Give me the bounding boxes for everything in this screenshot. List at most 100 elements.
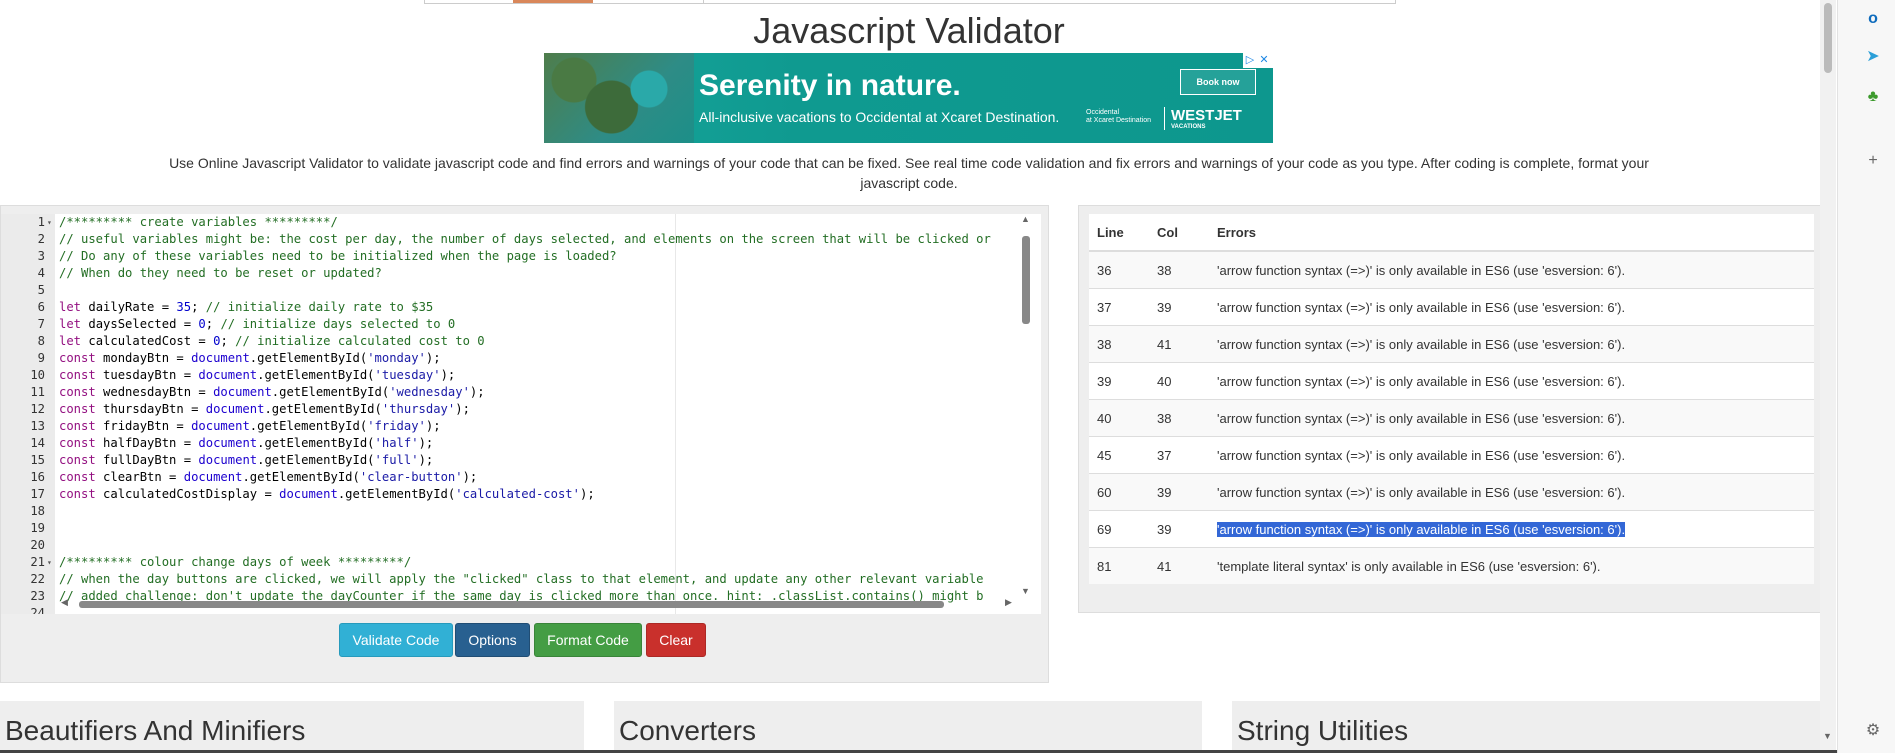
top-banner-frame: [424, 0, 1396, 4]
page-title: Javascript Validator: [753, 10, 1065, 51]
line-number: 13: [30, 419, 45, 433]
error-message: 'arrow function syntax (=>)' is only ava…: [1209, 362, 1814, 400]
code-line[interactable]: const thursdayBtn = document.getElementB…: [59, 401, 470, 418]
line-number: 18: [30, 504, 45, 518]
editor-vertical-scroll-thumb[interactable]: [1022, 236, 1030, 324]
error-message: 'arrow function syntax (=>)' is only ava…: [1209, 250, 1814, 289]
editor-vertical-scrollbar[interactable]: ▲ ▼: [1018, 214, 1032, 599]
error-row[interactable]: 37 39'arrow function syntax (=>)' is only…: [1089, 288, 1814, 326]
page-scroll-thumb[interactable]: [1824, 3, 1832, 73]
settings-icon[interactable]: ⚙: [1862, 720, 1884, 742]
code-line[interactable]: // When do they need to be reset or upda…: [59, 265, 382, 282]
code-line[interactable]: const calculatedCostDisplay = document.g…: [59, 486, 595, 503]
code-line[interactable]: let calculatedCost = 0; // initialize ca…: [59, 333, 485, 350]
error-line: 40: [1089, 399, 1149, 437]
ad-book-now-button[interactable]: Book now: [1180, 69, 1256, 95]
page-description: Use Online Javascript Validator to valid…: [169, 155, 1649, 191]
error-message: 'arrow function syntax (=>)' is only ava…: [1209, 436, 1814, 474]
code-line[interactable]: // when the day buttons are clicked, we …: [59, 571, 984, 588]
error-message: 'arrow function syntax (=>)' is only ava…: [1209, 473, 1814, 511]
line-number: 9: [37, 351, 45, 365]
section-string-utilities: String Utilities: [1232, 701, 1821, 753]
advertisement-banner[interactable]: Serenity in nature. All-inclusive vacati…: [544, 53, 1273, 143]
line-number: 16: [30, 470, 45, 484]
tree-icon[interactable]: ♣: [1862, 86, 1884, 108]
ad-controls: ▷ ✕: [1243, 53, 1273, 68]
error-row[interactable]: 40 38'arrow function syntax (=>)' is only…: [1089, 399, 1814, 437]
error-col: 38: [1149, 399, 1209, 437]
adchoices-icon[interactable]: ▷: [1243, 53, 1257, 68]
line-number: 8: [37, 334, 45, 348]
error-col: 41: [1149, 547, 1209, 584]
fold-toggle-icon[interactable]: ▾: [47, 214, 52, 231]
scroll-right-icon[interactable]: ▶: [1005, 597, 1012, 608]
error-col: 39: [1149, 288, 1209, 326]
error-row[interactable]: 38 41'arrow function syntax (=>)' is only…: [1089, 325, 1814, 363]
code-line[interactable]: // Do any of these variables need to be …: [59, 248, 617, 265]
editor-horizontal-scrollbar[interactable]: ◀ ▶: [59, 597, 1019, 611]
code-line[interactable]: const mondayBtn = document.getElementByI…: [59, 350, 441, 367]
error-col: 40: [1149, 362, 1209, 400]
line-number: 19: [30, 521, 45, 535]
outlook-icon[interactable]: o: [1862, 8, 1884, 30]
code-line[interactable]: const fridayBtn = document.getElementByI…: [59, 418, 441, 435]
fold-toggle-icon[interactable]: ▾: [47, 554, 52, 571]
line-number: 15: [30, 453, 45, 467]
scroll-up-icon[interactable]: ▲: [1021, 214, 1030, 224]
line-number: 23: [30, 589, 45, 603]
error-row[interactable]: 36 38'arrow function syntax (=>)' is only…: [1089, 250, 1814, 289]
code-line[interactable]: const halfDayBtn = document.getElementBy…: [59, 435, 433, 452]
page-scrollbar[interactable]: ▼: [1820, 0, 1836, 753]
close-icon[interactable]: ✕: [1257, 53, 1271, 68]
error-row[interactable]: 45 37'arrow function syntax (=>)' is only…: [1089, 436, 1814, 474]
add-icon[interactable]: +: [1862, 150, 1884, 172]
error-line: 60: [1089, 473, 1149, 511]
code-editor[interactable]: 1 ▾/********* create variables *********/…: [1, 214, 1041, 614]
code-line[interactable]: const tuesdayBtn = document.getElementBy…: [59, 367, 455, 384]
banner-image: [513, 0, 593, 3]
code-line[interactable]: let dailyRate = 35; // initialize daily …: [59, 299, 433, 316]
line-number: 14: [30, 436, 45, 450]
code-line[interactable]: const wednesdayBtn = document.getElement…: [59, 384, 485, 401]
line-number: 10: [30, 368, 45, 382]
line-number: 6: [37, 300, 45, 314]
error-message: 'arrow function syntax (=>)' is only ava…: [1209, 510, 1814, 548]
error-row[interactable]: 81 41'template literal syntax' is only av…: [1089, 547, 1814, 584]
clear-button[interactable]: Clear: [646, 623, 706, 657]
section-string-utilities-title: String Utilities: [1237, 715, 1409, 746]
error-line: 37: [1089, 288, 1149, 326]
print-margin: [675, 214, 676, 614]
options-button[interactable]: Options: [455, 623, 530, 657]
error-line: 81: [1089, 547, 1149, 584]
code-line[interactable]: /********* colour change days of week **…: [59, 554, 411, 571]
ad-brand-westjet-sub: VACATIONS: [1171, 124, 1206, 130]
error-col: 39: [1149, 473, 1209, 511]
code-line[interactable]: let daysSelected = 0; // initialize days…: [59, 316, 455, 333]
error-col: 39: [1149, 510, 1209, 548]
error-row[interactable]: 69 39 'arrow function syntax (=>)' is only…: [1089, 510, 1814, 548]
editor-horizontal-scroll-thumb[interactable]: [79, 601, 944, 608]
telegram-icon[interactable]: ➤: [1862, 46, 1884, 68]
code-line[interactable]: const fullDayBtn = document.getElementBy…: [59, 452, 433, 469]
error-row[interactable]: 39 40'arrow function syntax (=>)' is only…: [1089, 362, 1814, 400]
page-scroll-down-icon[interactable]: ▼: [1823, 731, 1832, 741]
code-line[interactable]: const clearBtn = document.getElementById…: [59, 469, 477, 486]
scroll-left-icon[interactable]: ◀: [61, 597, 68, 608]
ad-subline: All-inclusive vacations to Occidental at…: [699, 109, 1060, 125]
validate-code-button[interactable]: Validate Code: [339, 623, 453, 657]
error-row[interactable]: 60 39'arrow function syntax (=>)' is only…: [1089, 473, 1814, 511]
line-number: 3: [37, 249, 45, 263]
scroll-down-icon[interactable]: ▼: [1021, 586, 1030, 596]
ad-brand-occidental-name: Occidental: [1086, 109, 1120, 116]
error-line: 39: [1089, 362, 1149, 400]
line-number: 17: [30, 487, 45, 501]
error-message: 'arrow function syntax (=>)' is only ava…: [1209, 325, 1814, 363]
format-code-button[interactable]: Format Code: [534, 623, 642, 657]
line-number: 4: [37, 266, 45, 280]
code-line[interactable]: // useful variables might be: the cost p…: [59, 231, 991, 248]
line-number: 2: [37, 232, 45, 246]
code-line[interactable]: /********* create variables *********/: [59, 214, 338, 231]
line-number: 24: [30, 606, 45, 614]
ad-brand-occidental: Occidental at Xcaret Destination: [1086, 109, 1151, 125]
errors-panel: Line Col Errors 36 38'arrow function synt…: [1078, 205, 1823, 613]
